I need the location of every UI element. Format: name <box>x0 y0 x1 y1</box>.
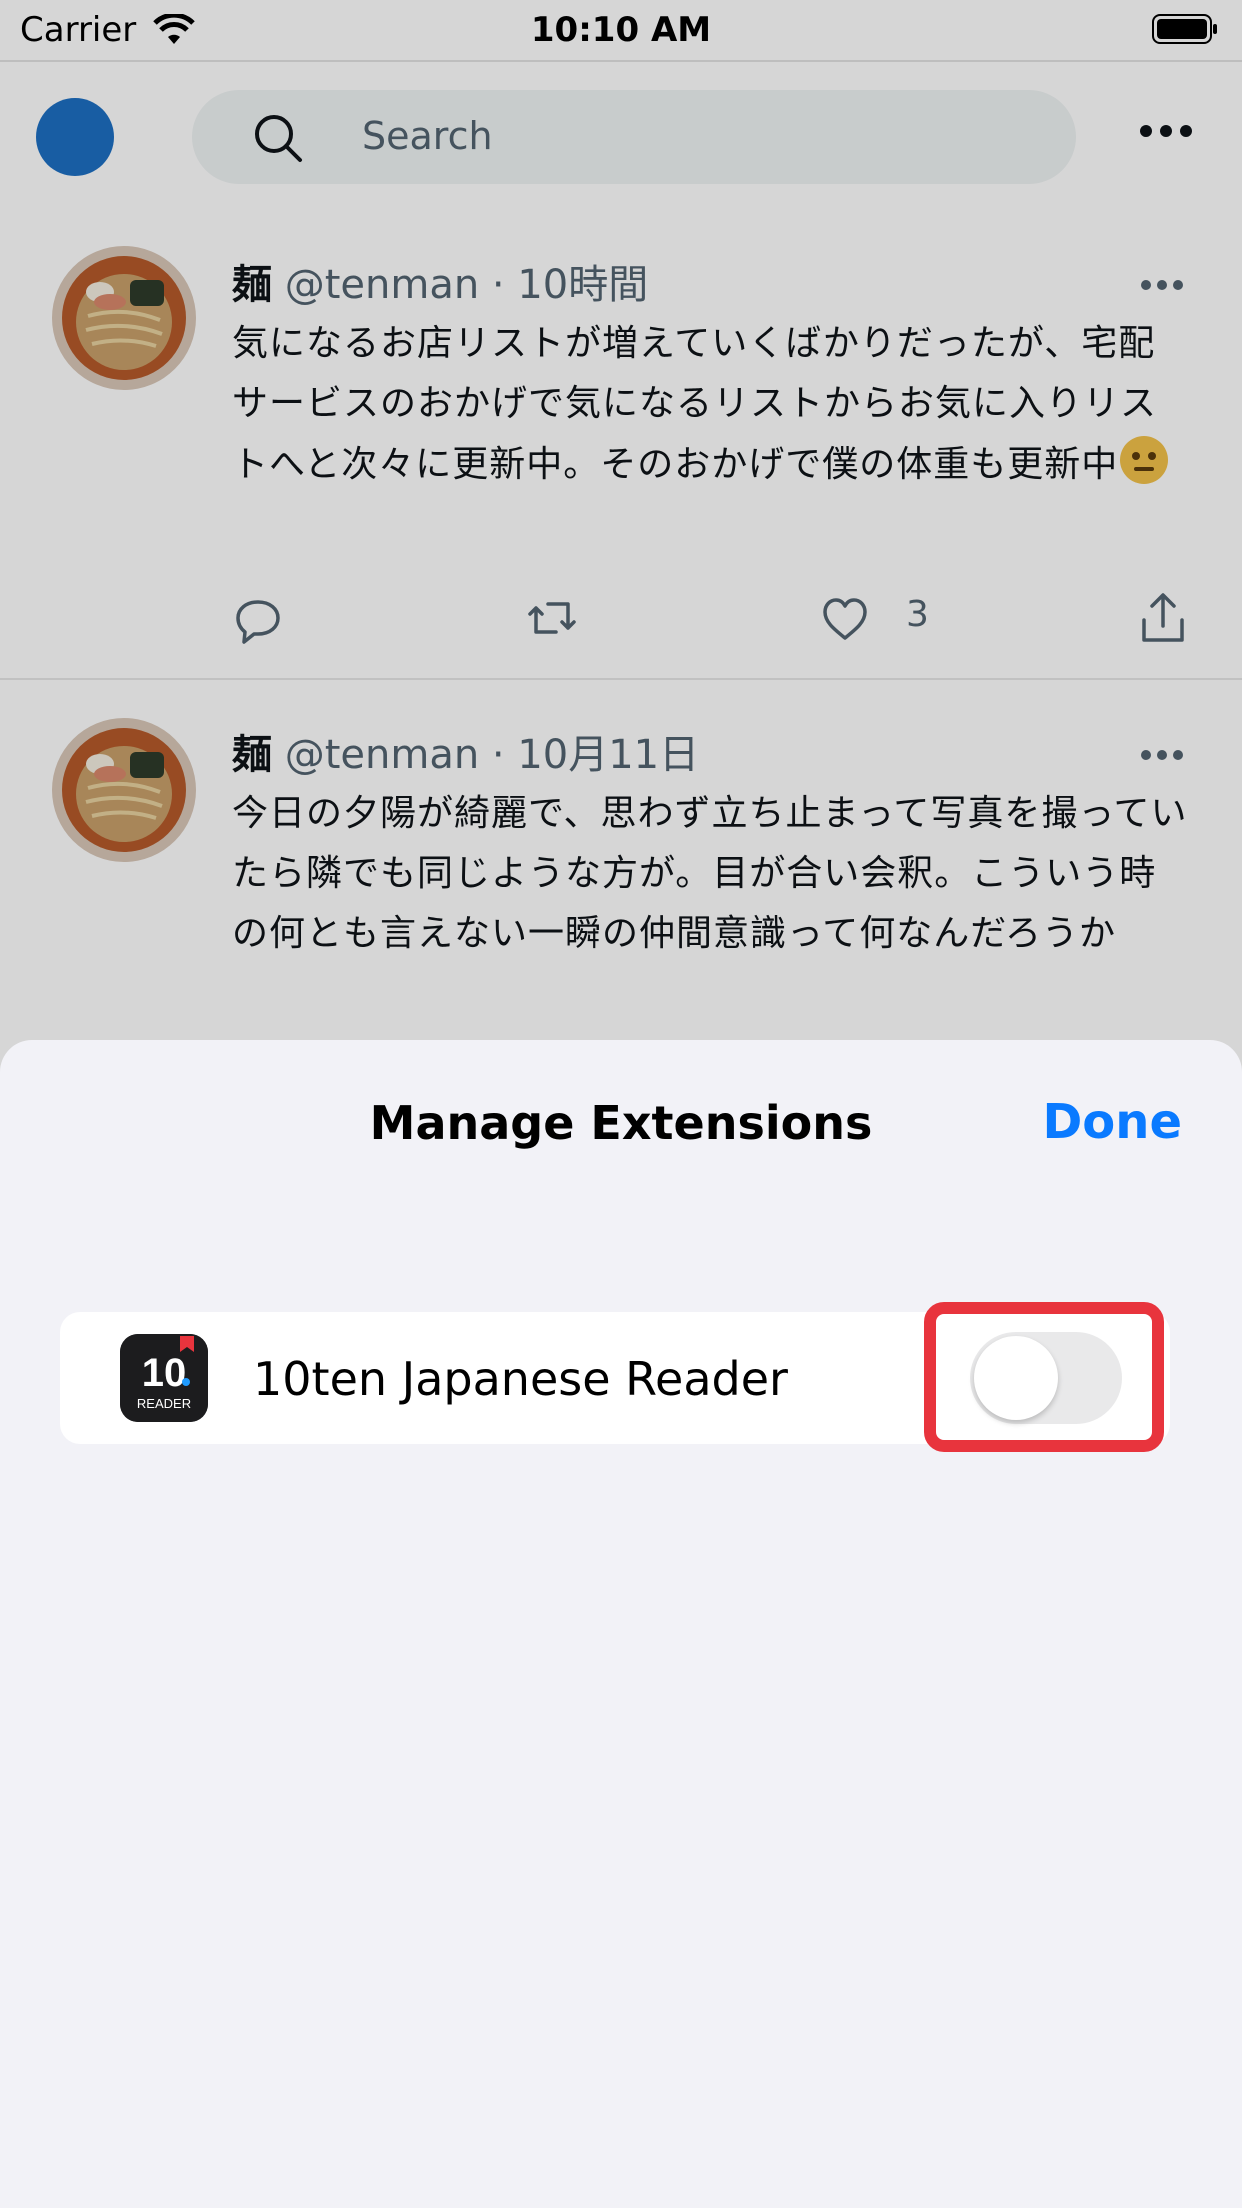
done-button[interactable]: Done <box>1042 1094 1182 1150</box>
extension-enable-toggle[interactable] <box>970 1332 1122 1424</box>
extension-app-icon: 10 READER <box>120 1334 208 1422</box>
reader-logo-icon: 10 READER <box>120 1334 208 1422</box>
icon-subtext: READER <box>137 1396 191 1411</box>
extension-name: 10ten Japanese Reader <box>253 1352 788 1406</box>
icon-text: 10 <box>142 1351 187 1395</box>
toggle-knob <box>974 1336 1058 1420</box>
manage-extensions-sheet: Manage Extensions Done 10 READER 10ten J… <box>0 1040 1242 2208</box>
